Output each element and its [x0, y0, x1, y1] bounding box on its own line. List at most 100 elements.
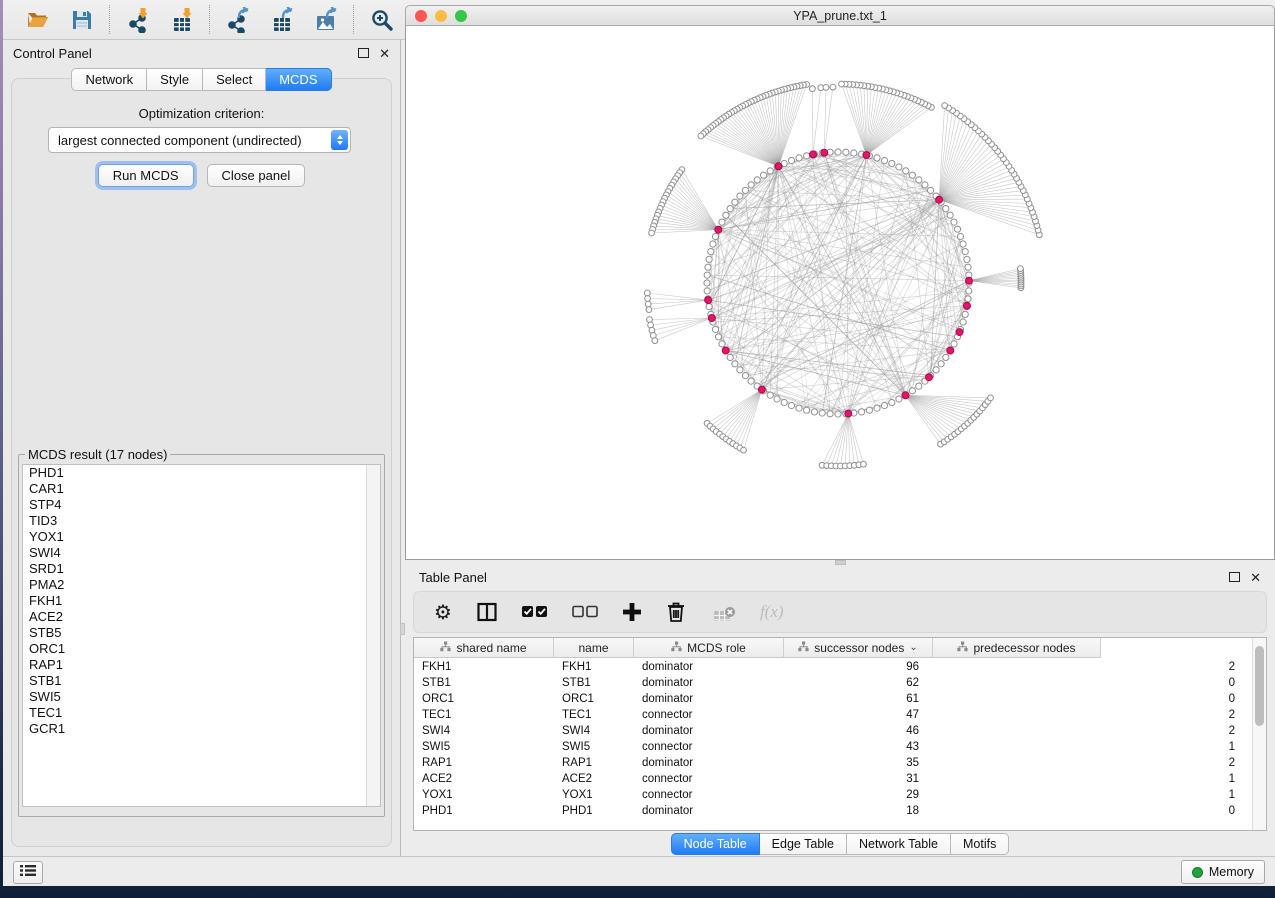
network-titlebar: YPA_prune.txt_1	[405, 5, 1275, 26]
export-network-icon[interactable]	[223, 6, 253, 34]
status-bar: Memory	[3, 856, 1275, 886]
mcds-result-item[interactable]: RAP1	[23, 657, 380, 673]
delete-icon[interactable]	[666, 601, 686, 623]
delete-table-icon	[710, 603, 736, 621]
column-header-predecessor-nodes[interactable]: predecessor nodes	[933, 638, 1101, 658]
network-view-window: YPA_prune.txt_1	[405, 5, 1275, 560]
optimization-criterion-label: Optimization criterion:	[12, 106, 391, 121]
mcds-result-title: MCDS result (17 nodes)	[25, 447, 170, 462]
add-icon[interactable]	[622, 602, 642, 622]
import-table-icon[interactable]	[167, 6, 197, 34]
tab-node-table[interactable]: Node Table	[671, 833, 760, 855]
float-table-panel-icon[interactable]	[1229, 572, 1240, 582]
mcds-result-item[interactable]: STP4	[23, 497, 380, 513]
table-row[interactable]: RAP1RAP1dominator352	[414, 755, 1253, 771]
list-icon	[20, 864, 36, 882]
network-graph	[406, 26, 1274, 559]
mcds-result-item[interactable]: SWI5	[23, 689, 380, 705]
tab-select[interactable]: Select	[203, 68, 266, 91]
mcds-result-item[interactable]: TID3	[23, 513, 380, 529]
table-row[interactable]: YOX1YOX1connector291	[414, 787, 1253, 803]
table-row[interactable]: TEC1TEC1connector472	[414, 707, 1253, 723]
table-row[interactable]: ORC1ORC1dominator610	[414, 691, 1253, 707]
mcds-result-item[interactable]: FKH1	[23, 593, 380, 609]
attribute-icon	[957, 641, 968, 655]
memory-button[interactable]: Memory	[1181, 860, 1265, 884]
node-table: shared namenameMCDS rolesuccessor nodes⌄…	[413, 637, 1267, 831]
mcds-result-item[interactable]: SRD1	[23, 561, 380, 577]
attribute-icon	[671, 641, 682, 655]
dropdown-stepper-icon	[331, 130, 348, 150]
import-network-icon[interactable]	[123, 6, 153, 34]
float-panel-icon[interactable]	[358, 48, 369, 58]
save-session-icon[interactable]	[67, 6, 97, 34]
mcds-result-item[interactable]: TEC1	[23, 705, 380, 721]
columns-icon[interactable]	[476, 601, 498, 623]
column-header-shared-name[interactable]: shared name	[414, 638, 554, 658]
table-row[interactable]: SWI5SWI5connector431	[414, 739, 1253, 755]
close-panel-button[interactable]: Close panel	[207, 164, 306, 187]
open-session-icon[interactable]	[23, 6, 53, 34]
table-scrollbar[interactable]	[1252, 638, 1266, 830]
attribute-icon	[440, 641, 451, 655]
export-table-icon[interactable]	[267, 6, 297, 34]
table-scrollbar-thumb[interactable]	[1255, 646, 1264, 726]
mcds-result-item[interactable]: ORC1	[23, 641, 380, 657]
table-tabs: Node TableEdge TableNetwork TableMotifs	[405, 833, 1275, 855]
table-row[interactable]: ACE2ACE2connector311	[414, 771, 1253, 787]
table-panel-title: Table Panel	[419, 570, 487, 585]
tab-edge-table[interactable]: Edge Table	[760, 833, 847, 855]
close-panel-icon[interactable]: ✕	[379, 47, 390, 60]
mcds-tab-content: Optimization criterion: largest connecte…	[11, 78, 392, 847]
network-canvas[interactable]	[405, 26, 1275, 560]
criterion-value: largest connected component (undirected)	[49, 133, 331, 148]
mcds-result-item[interactable]: SWI4	[23, 545, 380, 561]
tab-mcds[interactable]: MCDS	[266, 68, 331, 91]
control-panel: Control Panel ✕ NetworkStyleSelectMCDS O…	[3, 40, 401, 857]
table-row[interactable]: FKH1FKH1dominator962	[414, 659, 1253, 675]
mcds-result-item[interactable]: STB5	[23, 625, 380, 641]
gear-icon[interactable]: ⚙	[434, 602, 452, 622]
tab-style[interactable]: Style	[147, 68, 203, 91]
table-row[interactable]: STB1STB1dominator620	[414, 675, 1253, 691]
sort-descending-icon: ⌄	[909, 642, 917, 653]
table-panel-titlebar: Table Panel ✕	[405, 565, 1275, 589]
mcds-result-item[interactable]: ACE2	[23, 609, 380, 625]
export-image-icon[interactable]	[311, 6, 341, 34]
mcds-result-item[interactable]: STB1	[23, 673, 380, 689]
mcds-result-item[interactable]: GCR1	[23, 721, 380, 737]
task-history-button[interactable]	[13, 861, 43, 884]
tab-motifs[interactable]: Motifs	[951, 833, 1009, 855]
mcds-result-item[interactable]: PHD1	[23, 465, 380, 481]
memory-status-icon	[1192, 867, 1203, 878]
tab-network[interactable]: Network	[71, 68, 147, 91]
table-rows: FKH1FKH1dominator962STB1STB1dominator620…	[414, 659, 1253, 830]
column-header-name[interactable]: name	[554, 638, 634, 658]
memory-label: Memory	[1209, 865, 1254, 879]
table-row[interactable]: PHD1PHD1dominator180	[414, 803, 1253, 819]
table-toolbar: ⚙ f(x)	[413, 591, 1267, 633]
deselect-all-icon[interactable]	[572, 605, 598, 619]
tab-network-table[interactable]: Network Table	[847, 833, 951, 855]
run-mcds-button[interactable]: Run MCDS	[98, 164, 194, 187]
mcds-result-item[interactable]: PMA2	[23, 577, 380, 593]
control-panel-titlebar: Control Panel ✕	[3, 40, 400, 66]
function-icon: f(x)	[760, 602, 784, 622]
select-all-icon[interactable]	[522, 605, 548, 619]
control-panel-title: Control Panel	[13, 46, 92, 61]
table-panel: Table Panel ✕ ⚙ f(x) shared namenameMCDS …	[405, 565, 1275, 857]
mcds-result-list: PHD1CAR1STP4TID3YOX1SWI4SRD1PMA2FKH1ACE2…	[22, 464, 381, 807]
mcds-result-item[interactable]: YOX1	[23, 529, 380, 545]
criterion-dropdown[interactable]: largest connected component (undirected)	[48, 127, 351, 153]
network-title: YPA_prune.txt_1	[406, 9, 1274, 23]
control-panel-tabs: NetworkStyleSelectMCDS	[3, 68, 400, 91]
mcds-result-item[interactable]: CAR1	[23, 481, 380, 497]
column-header-MCDS-role[interactable]: MCDS role	[634, 638, 784, 658]
column-header-successor-nodes[interactable]: successor nodes⌄	[784, 638, 933, 658]
mcds-list-scrollbar[interactable]	[366, 465, 380, 806]
zoom-in-icon[interactable]	[367, 6, 397, 34]
attribute-icon	[798, 641, 809, 655]
table-row[interactable]: SWI4SWI4dominator462	[414, 723, 1253, 739]
app-window: Control Panel ✕ NetworkStyleSelectMCDS O…	[3, 0, 1275, 886]
close-table-panel-icon[interactable]: ✕	[1250, 571, 1261, 584]
